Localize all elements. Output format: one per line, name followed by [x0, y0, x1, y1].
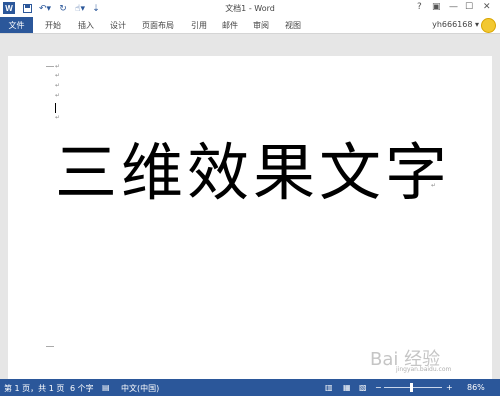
tab-view[interactable]: 视图 [285, 20, 301, 31]
tab-review[interactable]: 审阅 [253, 20, 269, 31]
zoom-level[interactable]: 86% [467, 383, 485, 392]
paragraph-mark: ↵ [55, 72, 61, 79]
ribbon-display-icon[interactable]: ▣ [432, 2, 441, 12]
document-page[interactable] [8, 56, 492, 379]
page-count[interactable]: 第 1 页，共 1 页 [4, 383, 64, 394]
zoom-slider-thumb[interactable] [410, 383, 413, 392]
paragraph-mark: ↵ [55, 63, 61, 70]
tab-mailings[interactable]: 邮件 [222, 20, 238, 31]
minimize-button[interactable]: — [449, 2, 458, 12]
paragraph-mark: ↵ [431, 182, 437, 189]
document-text[interactable]: 三维效果文字 [55, 138, 451, 208]
zoom-in-button[interactable]: + [446, 383, 453, 392]
proofing-icon[interactable]: ▤ [102, 383, 110, 392]
paragraph-mark: ↵ [55, 114, 61, 121]
close-button[interactable]: ✕ [483, 2, 491, 12]
read-mode-icon[interactable]: ▥ [325, 383, 333, 392]
zoom-slider[interactable] [384, 387, 442, 388]
margin-corner-top [46, 62, 54, 67]
tab-file[interactable]: 文件 [0, 17, 33, 33]
ribbon-tab-row: 文件 开始 插入 设计 页面布局 引用 邮件 审阅 视图 yh666168 ▾ [0, 17, 500, 34]
word-count[interactable]: 6 个字 [70, 383, 94, 394]
web-layout-icon[interactable]: ▧ [359, 383, 367, 392]
tab-references[interactable]: 引用 [191, 20, 207, 31]
zoom-out-button[interactable]: − [375, 383, 382, 392]
watermark-url: jingyan.baidu.com [396, 366, 452, 373]
print-layout-icon[interactable]: ▦ [343, 383, 351, 392]
help-button[interactable]: ? [417, 2, 422, 12]
tab-home[interactable]: 开始 [45, 20, 61, 31]
user-account[interactable]: yh666168 ▾ [432, 20, 479, 29]
text-cursor [55, 103, 56, 113]
tab-design[interactable]: 设计 [110, 20, 126, 31]
maximize-button[interactable]: ☐ [465, 2, 473, 12]
status-bar: 第 1 页，共 1 页 6 个字 ▤ 中文(中国) ▥ ▦ ▧ − + 86% [0, 379, 500, 396]
tab-page-layout[interactable]: 页面布局 [142, 20, 174, 31]
window-title: 文档1 - Word [225, 4, 275, 13]
language[interactable]: 中文(中国) [121, 383, 159, 394]
paragraph-mark: ↵ [55, 92, 61, 99]
avatar[interactable] [481, 18, 496, 33]
tab-insert[interactable]: 插入 [78, 20, 94, 31]
paragraph-mark: ↵ [55, 82, 61, 89]
title-bar: W ↶▾ ↻ ☝▾ ⇣ 文档1 - Word ? ▣ — ☐ ✕ [0, 0, 500, 17]
margin-corner-bottom [46, 346, 54, 351]
